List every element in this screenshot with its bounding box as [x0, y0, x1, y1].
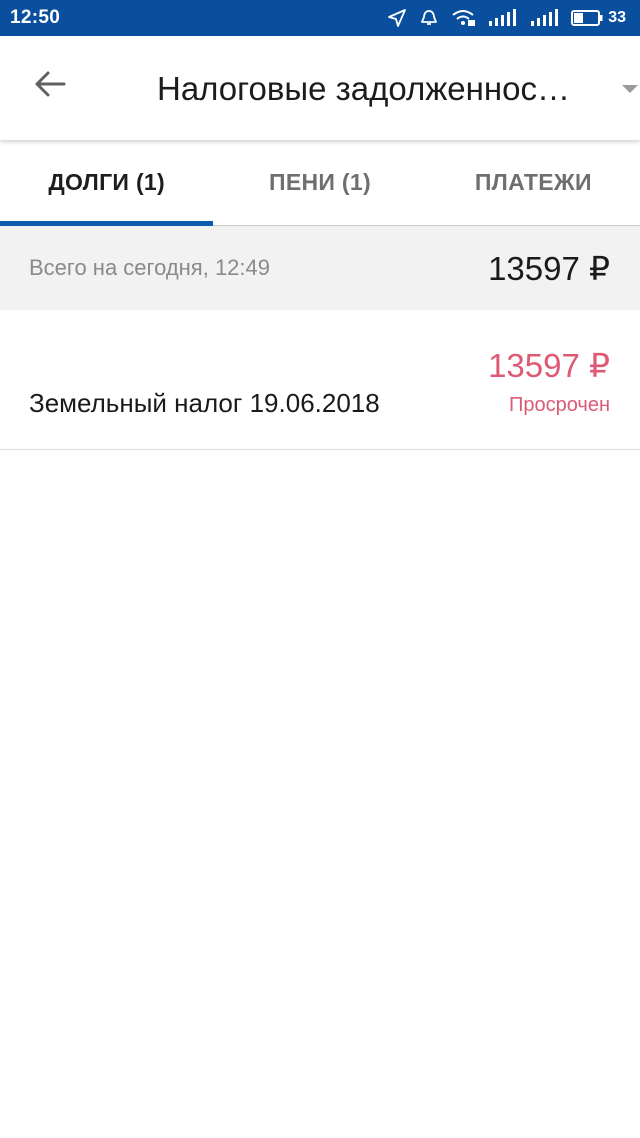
signal-icon — [487, 9, 517, 27]
status-icons: 33 — [387, 8, 626, 28]
summary-label: Всего на сегодня, 12:49 — [29, 255, 271, 280]
debt-list-item[interactable]: 13597 ₽ Земельный налог 19.06.2018 Проср… — [0, 310, 640, 450]
arrow-left-icon — [34, 70, 66, 103]
total-summary: Всего на сегодня, 12:49 13597 ₽ — [0, 226, 640, 310]
battery-level: 33 — [608, 9, 626, 26]
tab-debts[interactable]: ДОЛГИ (1) — [0, 140, 214, 226]
title-dropdown-button[interactable] — [620, 82, 640, 96]
app-bar: Налоговые задолженнос… — [0, 36, 640, 140]
caret-down-icon — [620, 83, 640, 96]
tab-label: ПЛАТЕЖИ — [474, 169, 592, 195]
battery-indicator: 33 — [571, 9, 626, 27]
tab-bar: ДОЛГИ (1) ПЕНИ (1) ПЛАТЕЖИ — [0, 140, 640, 226]
back-button[interactable] — [30, 66, 70, 106]
wifi-icon — [451, 9, 476, 27]
signal-icon — [529, 9, 559, 27]
tab-label: ДОЛГИ (1) — [48, 169, 165, 195]
tab-label: ПЕНИ (1) — [269, 169, 371, 195]
tab-payments[interactable]: ПЛАТЕЖИ — [427, 140, 640, 225]
summary-amount: 13597 ₽ — [488, 249, 610, 287]
battery-icon — [571, 10, 603, 26]
debt-amount: 13597 ₽ — [488, 347, 610, 384]
page-title: Налоговые задолженнос… — [157, 70, 570, 107]
status-time: 12:50 — [10, 7, 61, 28]
tab-penalties[interactable]: ПЕНИ (1) — [213, 140, 426, 225]
location-arrow-icon — [387, 8, 407, 28]
debt-status-badge: Просрочен — [508, 394, 610, 416]
alarm-icon — [419, 8, 439, 28]
status-bar: 12:50 33 — [0, 0, 640, 36]
debt-name: Земельный налог 19.06.2018 — [29, 388, 380, 418]
